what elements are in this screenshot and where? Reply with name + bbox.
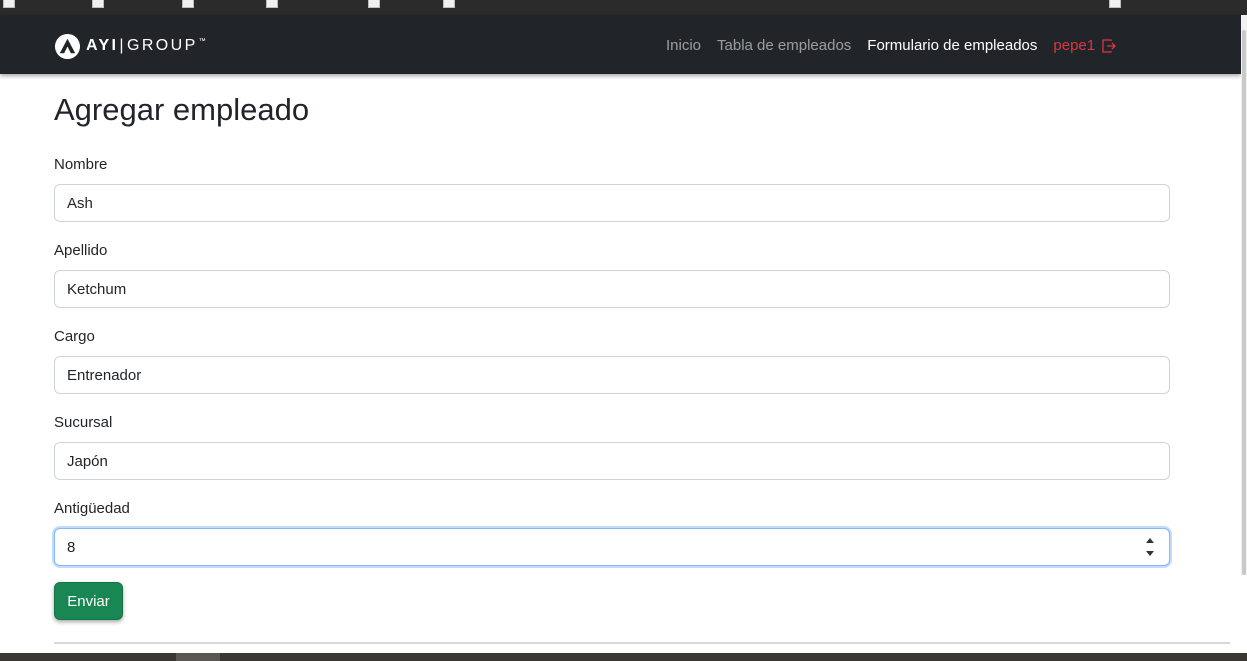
field-group-cargo: Cargo Entrenador [54, 328, 1170, 394]
os-taskbar [0, 653, 1247, 661]
antiguedad-value: 8 [67, 538, 76, 556]
field-group-nombre: Nombre Ash [54, 156, 1170, 222]
nav-link-inicio[interactable]: Inicio [666, 37, 701, 54]
cargo-input[interactable]: Entrenador [54, 356, 1170, 394]
cargo-label: Cargo [54, 328, 95, 345]
submit-button[interactable]: Enviar [54, 582, 123, 620]
spin-up-icon[interactable] [1146, 538, 1154, 543]
bookmark-icon[interactable] [368, 0, 380, 8]
brand-wordmark: AYI | GROUP ™ [86, 37, 206, 55]
bookmark-icon[interactable] [266, 0, 278, 8]
antiguedad-input[interactable]: 8 [54, 528, 1170, 566]
brand-logo-link[interactable]: AYI | GROUP ™ [54, 32, 206, 60]
sucursal-input[interactable]: Japón [54, 442, 1170, 480]
bookmark-icon[interactable] [443, 0, 455, 8]
bookmark-icon[interactable] [182, 0, 194, 8]
scrollbar-thumb[interactable] [1242, 30, 1246, 575]
browser-bookmarks-strip [0, 0, 1247, 15]
field-group-sucursal: Sucursal Japón [54, 414, 1170, 480]
number-spinner[interactable] [1145, 538, 1155, 556]
apellido-label: Apellido [54, 242, 108, 259]
brand-ayi: AYI [86, 37, 119, 54]
field-group-apellido: Apellido Ketchum [54, 242, 1170, 308]
bookmark-icon[interactable] [1109, 0, 1121, 8]
nombre-input[interactable]: Ash [54, 184, 1170, 222]
nav-user-logout[interactable]: pepe1 [1053, 37, 1117, 54]
brand-trademark: ™ [198, 38, 206, 45]
brand-group: GROUP [126, 37, 198, 54]
username-label: pepe1 [1053, 37, 1096, 54]
nav-link-formulario-empleados[interactable]: Formulario de empleados [867, 37, 1037, 54]
page-title: Agregar empleado [54, 92, 310, 127]
spin-down-icon[interactable] [1146, 551, 1154, 556]
bookmark-icon[interactable] [92, 0, 104, 8]
nav-link-tabla-empleados[interactable]: Tabla de empleados [717, 37, 851, 54]
taskbar-item[interactable] [176, 653, 220, 661]
bookmark-icon[interactable] [3, 0, 15, 8]
antiguedad-label: Antigüedad [54, 500, 130, 517]
apellido-input[interactable]: Ketchum [54, 270, 1170, 308]
sucursal-label: Sucursal [54, 414, 113, 431]
nombre-label: Nombre [54, 156, 108, 173]
field-group-antiguedad: Antigüedad 8 [54, 500, 1170, 566]
brand-separator: | [119, 37, 126, 54]
ayi-logo-icon [54, 33, 81, 59]
logout-icon [1102, 38, 1117, 53]
page-scrollbar[interactable] [1241, 15, 1247, 575]
footer-divider [54, 642, 1230, 644]
top-navbar: AYI | GROUP ™ Inicio Tabla de empleados … [0, 15, 1241, 74]
nav-links: Inicio Tabla de empleados Formulario de … [666, 37, 1117, 54]
